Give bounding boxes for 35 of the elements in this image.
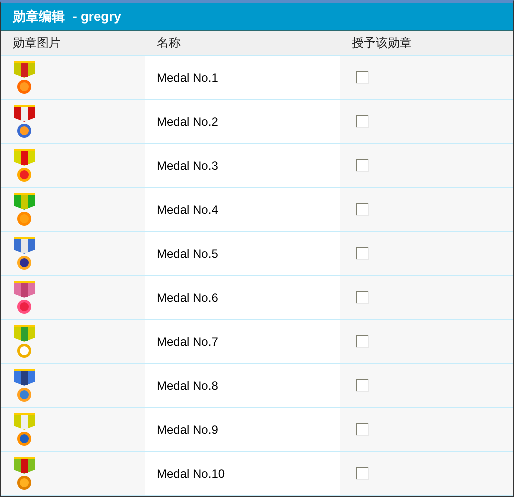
- column-header: 授予该勋章: [351, 35, 412, 52]
- grant-checkbox[interactable]: [356, 203, 369, 216]
- medal-icon: [14, 280, 35, 314]
- grant-checkbox[interactable]: [356, 159, 369, 172]
- medal-icon: [14, 192, 35, 226]
- medal-name: Medal No.6: [157, 290, 218, 306]
- medal-icon: [14, 412, 35, 446]
- medal-icon: [14, 368, 35, 402]
- medal-name: Medal No.1: [157, 70, 218, 86]
- medal-icon: [14, 148, 35, 182]
- medal-icon: [14, 236, 35, 270]
- grant-checkbox[interactable]: [356, 467, 369, 480]
- medal-icon: [14, 324, 35, 358]
- column-header: 名称: [156, 35, 181, 52]
- medal-icon: [14, 456, 35, 490]
- column-header: 勋章图片: [12, 35, 61, 52]
- grant-checkbox[interactable]: [356, 335, 369, 348]
- medal-name: Medal No.7: [157, 334, 218, 350]
- medal-name: Medal No.2: [157, 114, 218, 130]
- grant-checkbox[interactable]: [356, 71, 369, 84]
- user-name: - gregry: [73, 8, 122, 26]
- window-title: 勋章编辑: [13, 8, 65, 26]
- medal-icon: [14, 60, 35, 94]
- medal-icon: [14, 104, 35, 138]
- medal-name: Medal No.8: [157, 378, 218, 394]
- grant-checkbox[interactable]: [356, 379, 369, 392]
- grant-checkbox[interactable]: [356, 291, 369, 304]
- medal-name: Medal No.4: [157, 202, 218, 218]
- medal-name: Medal No.9: [157, 422, 218, 438]
- medal-name: Medal No.3: [157, 158, 218, 174]
- medal-name: Medal No.5: [157, 246, 218, 262]
- grant-checkbox[interactable]: [356, 423, 369, 436]
- grant-checkbox[interactable]: [356, 115, 369, 128]
- medal-name: Medal No.10: [157, 466, 226, 482]
- grant-checkbox[interactable]: [356, 247, 369, 260]
